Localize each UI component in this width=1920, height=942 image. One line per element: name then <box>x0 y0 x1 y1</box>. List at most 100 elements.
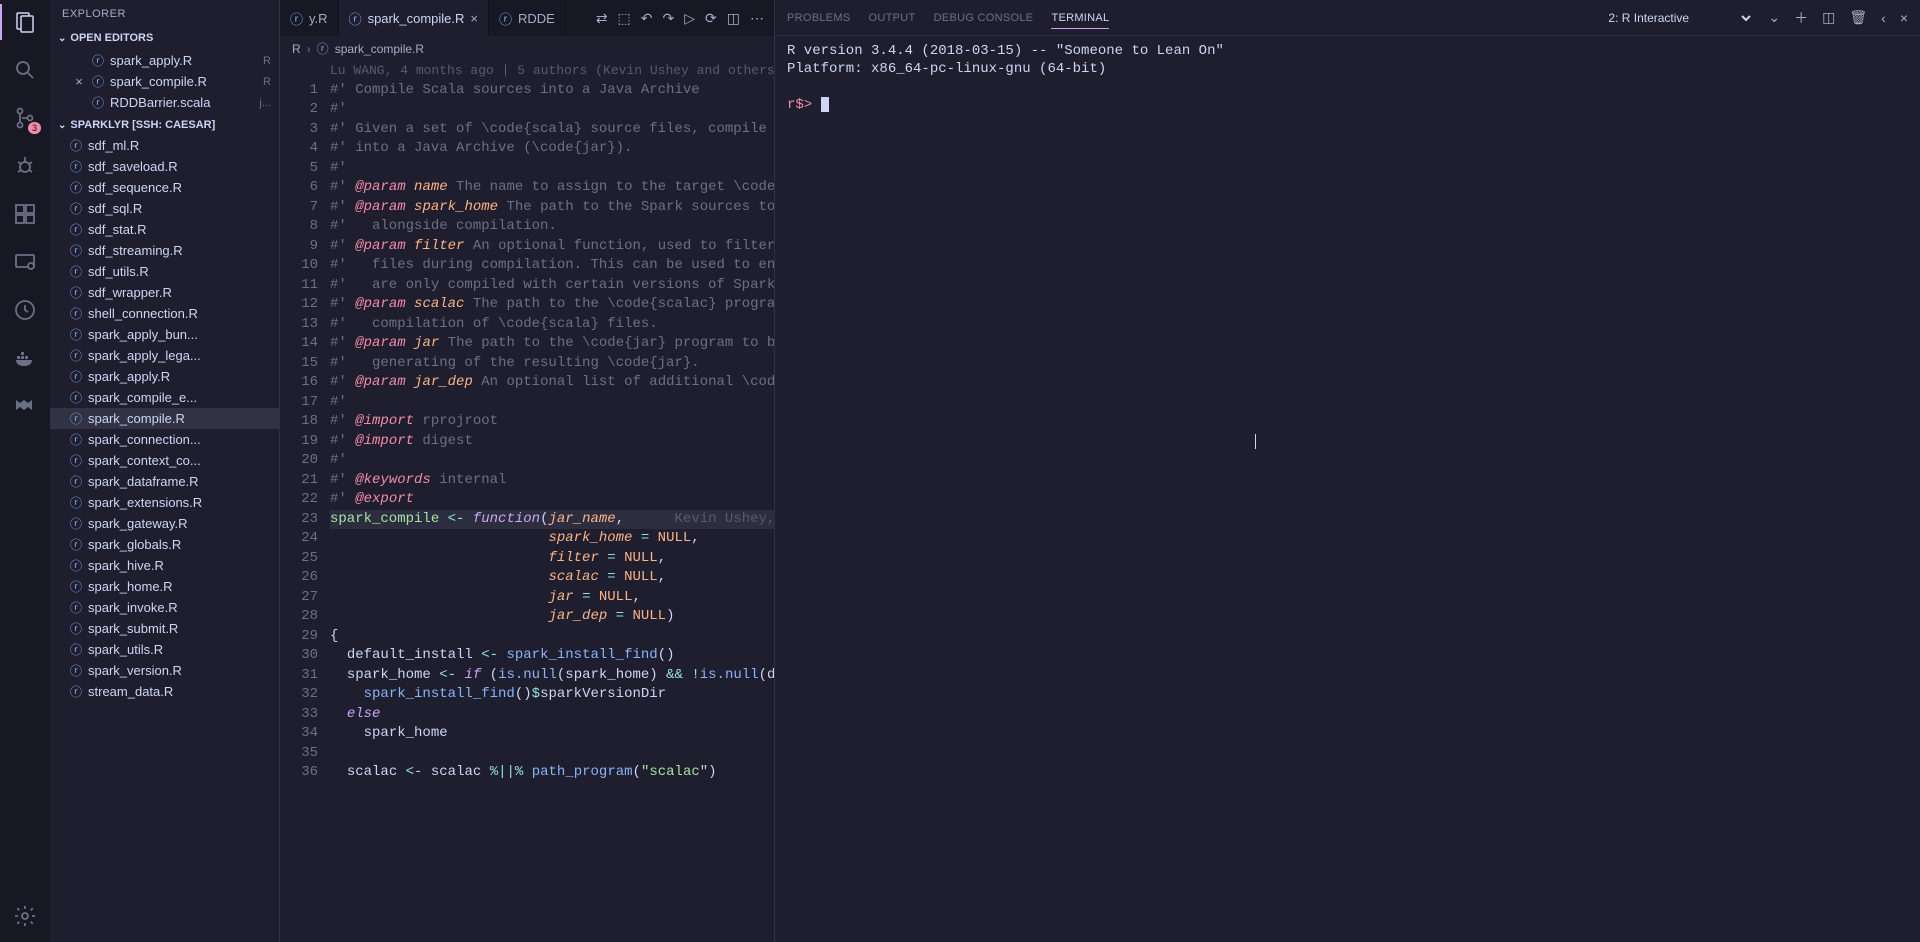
r-icon: ⓡ <box>70 200 82 217</box>
open-editors-header[interactable]: ⌄OPEN EDITORS <box>50 28 279 48</box>
run-icon[interactable]: ▷ <box>684 10 695 27</box>
scm-badge: 3 <box>28 122 41 134</box>
file-item[interactable]: ⓡspark_apply_lega... <box>50 345 279 366</box>
file-item[interactable]: ⓡsdf_sql.R <box>50 198 279 219</box>
open-changes-icon[interactable]: ⬚ <box>618 10 631 27</box>
breadcrumb-file: spark_compile.R <box>335 42 424 56</box>
r-icon: ⓡ <box>499 9 512 28</box>
file-item[interactable]: ⓡspark_compile_e... <box>50 387 279 408</box>
file-item[interactable]: ⓡspark_hive.R <box>50 555 279 576</box>
debug-icon[interactable] <box>11 152 39 180</box>
trash-icon[interactable]: 🗑 <box>1849 9 1867 26</box>
r-icon: ⓡ <box>70 599 82 616</box>
r-icon: ⓡ <box>70 641 82 658</box>
compare-icon[interactable]: ⇄ <box>596 10 608 27</box>
sidebar: EXPLORER ⌄OPEN EDITORS ⓡspark_apply.RR × ⓡ… <box>50 0 280 942</box>
panel-tab[interactable]: OUTPUT <box>869 12 916 24</box>
r-icon: ⓡ <box>70 389 82 406</box>
editor-tab[interactable]: ⓡRDDE <box>489 0 566 36</box>
r-icon: ⓡ <box>92 94 104 111</box>
r-icon: ⓡ <box>92 73 104 90</box>
file-item[interactable]: ⓡspark_context_co... <box>50 450 279 471</box>
explorer-icon[interactable] <box>11 8 39 36</box>
sidebar-title: EXPLORER <box>50 0 279 28</box>
file-item[interactable]: ⓡspark_extensions.R <box>50 492 279 513</box>
r-icon: ⓡ <box>70 431 82 448</box>
file-item[interactable]: ⓡspark_submit.R <box>50 618 279 639</box>
r-icon: ⓡ <box>70 578 82 595</box>
next-change-icon[interactable]: ↷ <box>663 10 675 27</box>
file-item[interactable]: ⓡspark_apply_bun... <box>50 324 279 345</box>
close-icon[interactable]: × <box>72 74 86 89</box>
r-icon: ⓡ <box>70 452 82 469</box>
new-terminal-icon[interactable]: ＋ <box>1794 8 1808 28</box>
bookmark-icon[interactable] <box>11 392 39 420</box>
terminal-selector[interactable]: 2: R Interactive <box>1604 10 1754 26</box>
editor-actions: ⇄ ⬚ ↶ ↷ ▷ ⟳ ◫ ⋯ <box>586 10 774 27</box>
r-icon: ⓡ <box>70 221 82 238</box>
r-icon: ⓡ <box>70 368 82 385</box>
file-item[interactable]: ⓡsdf_utils.R <box>50 261 279 282</box>
terminal-body[interactable]: R version 3.4.4 (2018-03-15) -- "Someone… <box>775 36 1920 942</box>
file-item[interactable]: ⓡspark_globals.R <box>50 534 279 555</box>
file-item[interactable]: ⓡsdf_streaming.R <box>50 240 279 261</box>
file-item[interactable]: ⓡsdf_stat.R <box>50 219 279 240</box>
editor-tab[interactable]: ⓡy.R <box>280 0 339 36</box>
close-panel-icon[interactable]: × <box>1900 10 1908 26</box>
file-item[interactable]: ⓡstream_data.R <box>50 681 279 702</box>
file-item[interactable]: ⓡspark_home.R <box>50 576 279 597</box>
breadcrumb[interactable]: R › ⓡ spark_compile.R <box>280 36 774 61</box>
panel-tab[interactable]: TERMINAL <box>1051 12 1109 29</box>
timeline-icon[interactable] <box>11 296 39 324</box>
file-item[interactable]: ⓡspark_version.R <box>50 660 279 681</box>
r-icon: ⓡ <box>70 557 82 574</box>
close-icon[interactable]: × <box>470 11 478 26</box>
file-item[interactable]: ⓡspark_connection... <box>50 429 279 450</box>
file-item[interactable]: ⓡspark_apply.R <box>50 366 279 387</box>
file-item[interactable]: ⓡsdf_sequence.R <box>50 177 279 198</box>
editor-tab[interactable]: ⓡspark_compile.R× <box>339 0 489 36</box>
refresh-icon[interactable]: ⟳ <box>705 10 717 27</box>
settings-icon[interactable] <box>11 902 39 930</box>
file-item[interactable]: ⓡsdf_wrapper.R <box>50 282 279 303</box>
code-editor[interactable]: 1234567891011121314151617181920212223242… <box>280 61 774 942</box>
file-item[interactable]: ⓡspark_gateway.R <box>50 513 279 534</box>
file-item[interactable]: ⓡspark_invoke.R <box>50 597 279 618</box>
chevron-down-icon[interactable]: ⌄ <box>1768 9 1780 26</box>
r-icon: ⓡ <box>70 410 82 427</box>
r-icon: ⓡ <box>70 242 82 259</box>
open-editor-item[interactable]: ⓡRDDBarrier.scalaj... <box>50 92 279 113</box>
file-item[interactable]: ⓡsdf_ml.R <box>50 135 279 156</box>
open-editor-item[interactable]: ×ⓡspark_compile.RR <box>50 71 279 92</box>
docker-icon[interactable] <box>11 344 39 372</box>
open-editors-list: ⓡspark_apply.RR×ⓡspark_compile.RRⓡRDDBar… <box>50 48 279 115</box>
panel-tab[interactable]: DEBUG CONSOLE <box>934 12 1034 24</box>
chevron-right-icon: › <box>307 42 311 56</box>
split-terminal-icon[interactable]: ◫ <box>1822 9 1835 26</box>
more-icon[interactable]: ⋯ <box>750 10 764 27</box>
split-icon[interactable]: ◫ <box>727 10 740 27</box>
r-icon: ⓡ <box>70 662 82 679</box>
r-icon: ⓡ <box>70 473 82 490</box>
file-item[interactable]: ⓡsdf_saveload.R <box>50 156 279 177</box>
chevron-down-icon: ⌄ <box>58 33 66 44</box>
file-item[interactable]: ⓡspark_utils.R <box>50 639 279 660</box>
file-item[interactable]: ⓡshell_connection.R <box>50 303 279 324</box>
source-control-icon[interactable]: 3 <box>11 104 39 132</box>
panel-tab[interactable]: PROBLEMS <box>787 12 851 24</box>
chevron-down-icon: ⌄ <box>58 120 66 131</box>
r-icon: ⓡ <box>70 515 82 532</box>
r-icon: ⓡ <box>349 9 362 28</box>
prev-change-icon[interactable]: ↶ <box>641 10 653 27</box>
r-icon: ⓡ <box>70 179 82 196</box>
workspace-header[interactable]: ⌄SPARKLYR [SSH: CAESAR] <box>50 115 279 135</box>
remote-icon[interactable] <box>11 248 39 276</box>
code-content[interactable]: Lu WANG, 4 months ago | 5 authors (Kevin… <box>330 61 774 942</box>
open-editor-item[interactable]: ⓡspark_apply.RR <box>50 50 279 71</box>
file-item[interactable]: ⓡspark_dataframe.R <box>50 471 279 492</box>
extensions-icon[interactable] <box>11 200 39 228</box>
search-icon[interactable] <box>11 56 39 84</box>
line-number-gutter: 1234567891011121314151617181920212223242… <box>280 61 330 942</box>
chevron-left-icon[interactable]: ‹ <box>1881 10 1886 26</box>
file-item[interactable]: ⓡspark_compile.R <box>50 408 279 429</box>
